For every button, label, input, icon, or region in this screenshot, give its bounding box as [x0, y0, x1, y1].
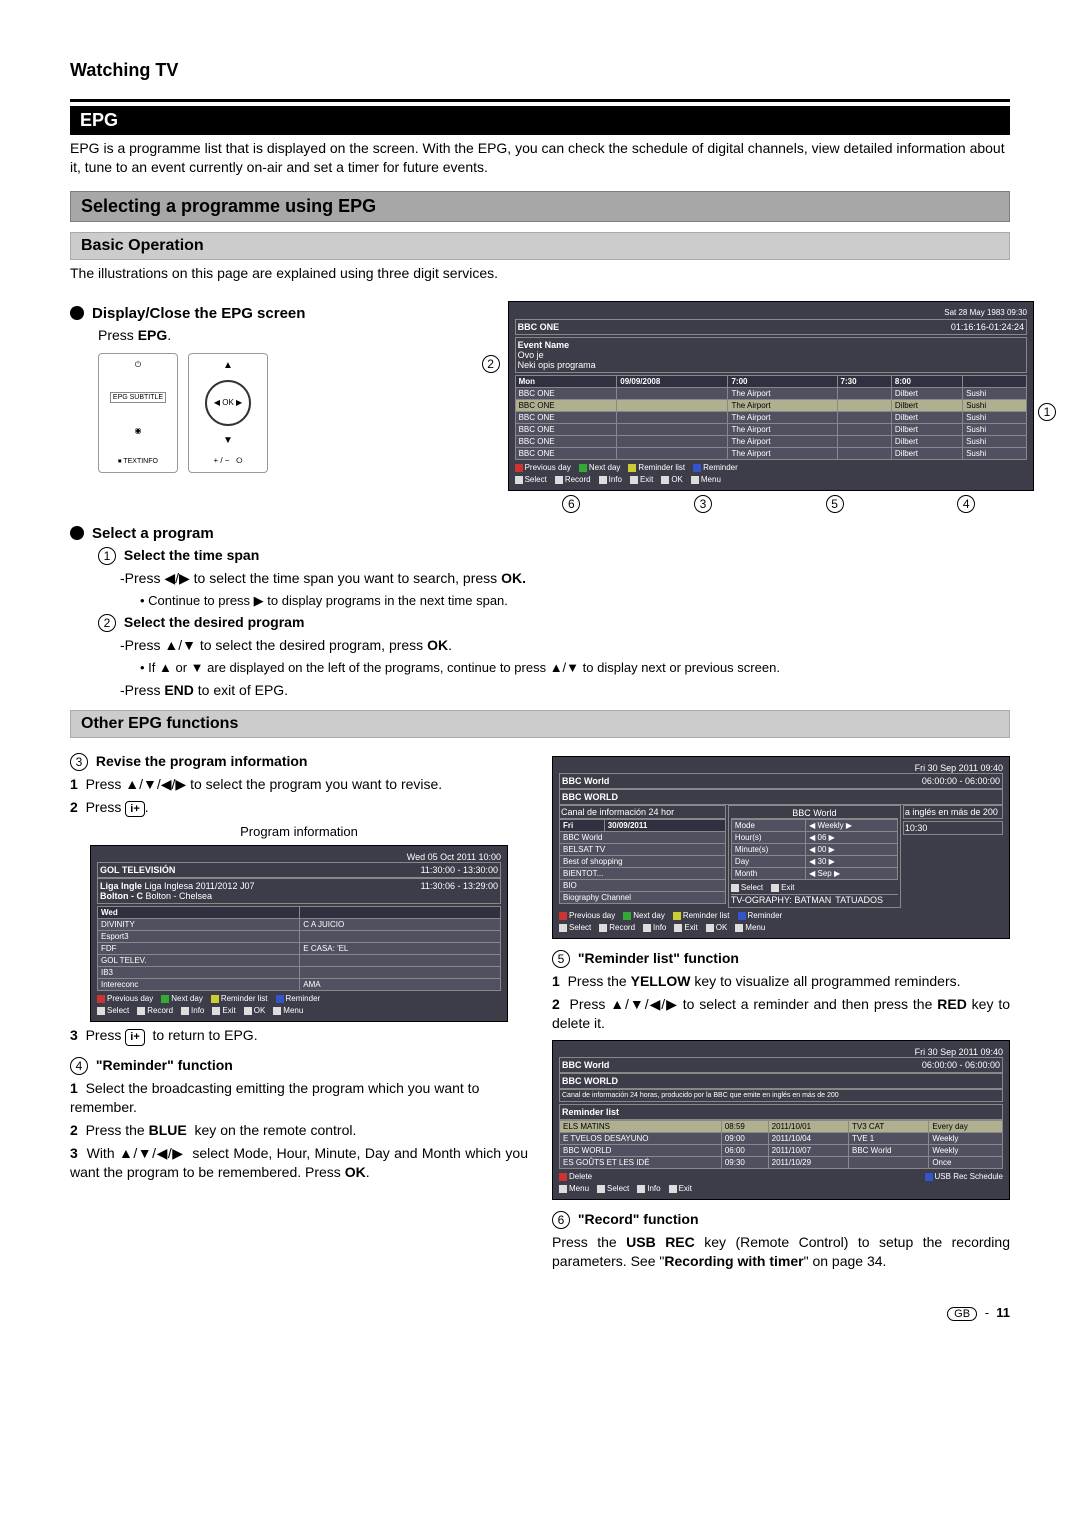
callout-2: 2: [482, 355, 500, 373]
select-program-head: Select a program: [70, 525, 1010, 542]
epg-title-bar: EPG: [70, 106, 1010, 135]
step2-l1: -Press ▲/▼ to select the desired program…: [120, 636, 1010, 655]
step2-head: 2 Select the desired program: [98, 613, 1010, 632]
info-icon: i+: [125, 801, 144, 818]
basic-op-title: Basic Operation: [70, 232, 1010, 260]
basic-op-note: The illustrations on this page are expla…: [70, 264, 1010, 283]
s4-1: 1 Select the broadcasting emitting the p…: [70, 1079, 528, 1117]
reminder-figure: Fri 30 Sep 2011 09:40 BBC World06:00:00 …: [552, 756, 1010, 939]
info-icon: i+: [125, 1029, 144, 1046]
section-header: Watching TV: [70, 60, 1010, 81]
s6-body: Press the USB REC key (Remote Control) t…: [552, 1233, 1010, 1271]
prog-info-figure: Wed 05 Oct 2011 10:00 GOL TELEVISIÓN11:3…: [90, 845, 508, 1022]
callout-4: 4: [957, 495, 975, 513]
s4-2: 2 Press the BLUE key on the remote contr…: [70, 1121, 528, 1140]
callout-3: 3: [694, 495, 712, 513]
step1-l1: -Press ◀/▶ to select the time span you w…: [120, 569, 1010, 588]
step1-bullet: • Continue to press ▶ to display program…: [140, 592, 1010, 610]
callout-6: 6: [562, 495, 580, 513]
s5-head: 5 "Reminder list" function: [552, 949, 1010, 968]
step2-end: -Press END to exit of EPG.: [120, 681, 1010, 700]
bullet-dot-icon: [70, 526, 84, 540]
s3-head: 3 Revise the program information: [70, 752, 528, 771]
s4-3: 3 With ▲/▼/◀/▶ select Mode, Hour, Minute…: [70, 1144, 528, 1182]
callout-5: 5: [826, 495, 844, 513]
s3-2: 2 Press i+.: [70, 798, 528, 818]
epg-intro: EPG is a programme list that is displaye…: [70, 139, 1010, 177]
s3-3: 3 Press i+ to return to EPG.: [70, 1026, 528, 1046]
s5-1: 1 Press the YELLOW key to visualize all …: [552, 972, 1010, 991]
s4-head: 4 "Reminder" function: [70, 1056, 528, 1075]
reminder-list-figure: Fri 30 Sep 2011 09:40 BBC World06:00:00 …: [552, 1040, 1010, 1200]
callout-1: 1: [1038, 403, 1056, 421]
bullet-dot-icon: [70, 306, 84, 320]
s6-head: 6 "Record" function: [552, 1210, 1010, 1229]
prog-info-caption: Program information: [70, 823, 528, 841]
page-footer: GB - 11: [70, 1305, 1010, 1321]
remote-graphic-left: ⏻ EPG SUBTITLE ◉ ⏹ TEXTINFO: [98, 353, 178, 473]
step1-head: 1 Select the time span: [98, 546, 1010, 565]
s3-1: 1 Press ▲/▼/◀/▶ to select the program yo…: [70, 775, 528, 794]
s5-2: 2 Press ▲/▼/◀/▶ to select a reminder and…: [552, 995, 1010, 1033]
other-func-title: Other EPG functions: [70, 710, 1010, 738]
selecting-title: Selecting a programme using EPG: [70, 191, 1010, 222]
press-epg-line: Press EPG.: [98, 326, 484, 345]
display-close-head: Display/Close the EPG screen: [70, 305, 484, 322]
step2-bullet: • If ▲ or ▼ are displayed on the left of…: [140, 659, 1010, 677]
epg-grid-figure: Sat 28 May 1983 09:30 BBC ONE01:16:16-01…: [508, 301, 1034, 491]
remote-graphic-right: ▲ ◀ OK ▶ ▼ + / − ⭘: [188, 353, 268, 473]
